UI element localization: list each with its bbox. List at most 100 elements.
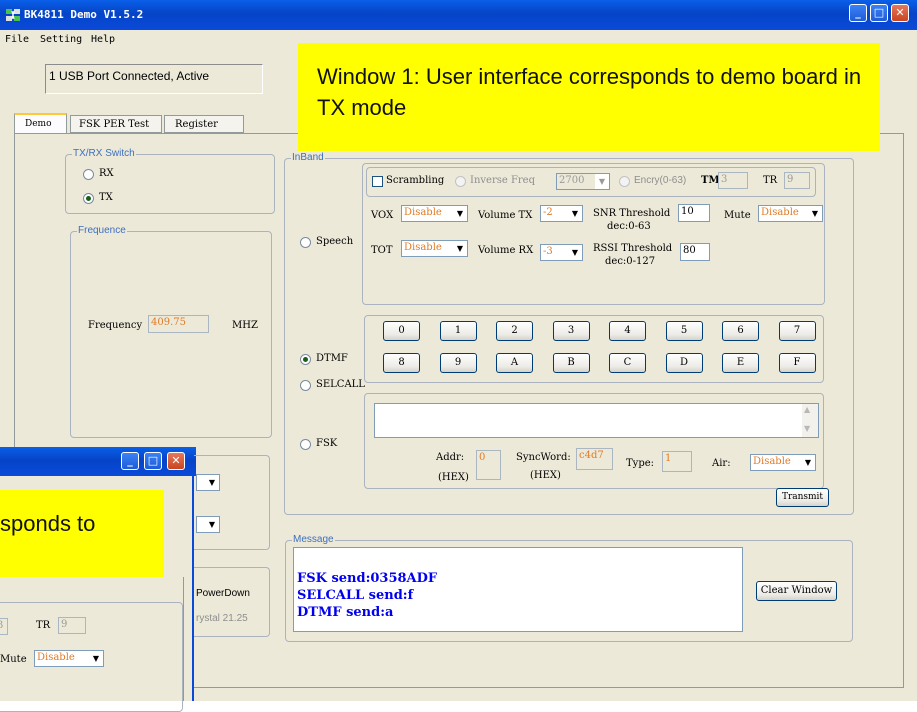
dtmf-key-d[interactable]: D bbox=[665, 353, 703, 373]
left-group-lower bbox=[194, 455, 270, 550]
second-tr-field[interactable]: 9 bbox=[58, 617, 86, 634]
frequence-group: Frequence Frequency 409.75 MHZ bbox=[70, 225, 272, 438]
vox-value: Disable bbox=[404, 207, 442, 218]
tr-label: TR bbox=[763, 175, 778, 186]
air-label: Air: bbox=[712, 458, 731, 469]
left-select-1[interactable]: ▼ bbox=[196, 474, 220, 491]
dtmf-key-c[interactable]: C bbox=[609, 353, 646, 373]
close-button-2[interactable]: ✕ bbox=[167, 452, 185, 470]
vox-select[interactable]: Disable ▼ bbox=[401, 205, 468, 222]
dtmf-key-7[interactable]: 7 bbox=[778, 321, 816, 341]
menu-file[interactable]: File bbox=[5, 34, 29, 45]
second-window-title-bar[interactable]: _ □ ✕ bbox=[0, 447, 196, 476]
chevron-down-icon: ▼ bbox=[568, 206, 582, 221]
snr-field[interactable]: 10 bbox=[678, 204, 710, 222]
message-log[interactable]: FSK send:0358ADF SELCALL send:f DTMF sen… bbox=[293, 547, 743, 632]
clear-window-button[interactable]: Clear Window bbox=[756, 581, 837, 601]
chevron-down-icon: ▼ bbox=[808, 206, 822, 221]
scroll-down-icon[interactable]: ▼ bbox=[804, 424, 810, 433]
tr-field[interactable]: 9 bbox=[784, 172, 810, 189]
second-mute-select[interactable]: Disable ▼ bbox=[34, 650, 104, 667]
second-tm-field[interactable]: 3 bbox=[0, 618, 8, 635]
inverse-freq-label: Inverse Freq bbox=[470, 175, 536, 186]
tot-value: Disable bbox=[404, 242, 442, 253]
selcall-radio[interactable] bbox=[300, 380, 311, 391]
tab-register[interactable]: Register bbox=[164, 115, 244, 133]
tab-demo-label: Demo bbox=[25, 119, 52, 129]
tx-radio[interactable] bbox=[83, 193, 94, 204]
snr-range: dec:0-63 bbox=[607, 221, 651, 232]
scrambling-checkbox[interactable] bbox=[372, 176, 383, 187]
message-line: DTMF send:a bbox=[297, 605, 394, 620]
chevron-down-icon: ▼ bbox=[89, 651, 103, 666]
tab-fsk-per-test[interactable]: FSK PER Test bbox=[70, 115, 162, 133]
volume-tx-value: -2 bbox=[543, 207, 553, 218]
chevron-down-icon: ▼ bbox=[205, 475, 219, 490]
rssi-label: RSSI Threshold bbox=[593, 243, 673, 254]
air-select[interactable]: Disable ▼ bbox=[750, 454, 816, 471]
txrx-group-title: TX/RX Switch bbox=[72, 148, 136, 159]
dtmf-key-8[interactable]: 8 bbox=[383, 353, 420, 373]
inverse-freq-select[interactable]: 2700 ▼ bbox=[556, 173, 610, 190]
maximize-button[interactable]: □ bbox=[870, 4, 888, 22]
left-select-2[interactable]: ▼ bbox=[196, 516, 220, 533]
dtmf-key-0[interactable]: 0 bbox=[383, 321, 420, 341]
rx-radio[interactable] bbox=[83, 169, 94, 180]
fsk-scrollbar[interactable]: ▲ ▼ bbox=[802, 404, 818, 437]
fsk-data-textarea[interactable] bbox=[374, 403, 819, 438]
menu-setting[interactable]: Setting bbox=[40, 34, 82, 45]
tot-label: TOT bbox=[371, 245, 393, 256]
tot-select[interactable]: Disable ▼ bbox=[401, 240, 468, 257]
frequency-field[interactable]: 409.75 bbox=[148, 315, 209, 333]
second-mute-value: Disable bbox=[37, 652, 75, 663]
close-button[interactable]: ✕ bbox=[891, 4, 909, 22]
rssi-range: dec:0-127 bbox=[605, 256, 656, 267]
volume-rx-value: -3 bbox=[543, 246, 553, 257]
addr-field[interactable]: 0 bbox=[476, 450, 501, 480]
dtmf-label: DTMF bbox=[316, 353, 348, 364]
dtmf-key-4[interactable]: 4 bbox=[609, 321, 646, 341]
dtmf-key-e[interactable]: E bbox=[722, 353, 759, 373]
dtmf-key-b[interactable]: B bbox=[552, 353, 590, 373]
maximize-button-2[interactable]: □ bbox=[144, 452, 162, 470]
dtmf-key-a[interactable]: A bbox=[496, 353, 533, 373]
scroll-up-icon[interactable]: ▲ bbox=[804, 405, 810, 414]
volume-rx-select[interactable]: -3 ▼ bbox=[540, 244, 583, 261]
dtmf-key-f[interactable]: F bbox=[778, 353, 816, 373]
second-annotation-text: sponds to bbox=[0, 511, 96, 536]
inverse-freq-radio[interactable] bbox=[455, 176, 466, 187]
mute-value: Disable bbox=[761, 207, 799, 218]
dtmf-key-1[interactable]: 1 bbox=[439, 321, 477, 341]
tab-demo[interactable]: Demo bbox=[14, 113, 67, 134]
dtmf-key-9[interactable]: 9 bbox=[439, 353, 477, 373]
mute-select[interactable]: Disable ▼ bbox=[758, 205, 823, 222]
dtmf-key-3[interactable]: 3 bbox=[552, 321, 590, 341]
frequency-label: Frequency bbox=[88, 320, 143, 331]
title-bar[interactable]: BK4811 Demo V1.5.2 _ □ ✕ bbox=[0, 0, 917, 30]
dtmf-key-6[interactable]: 6 bbox=[722, 321, 759, 341]
tm-field[interactable]: 3 bbox=[718, 172, 748, 189]
minimize-icon: _ bbox=[855, 6, 861, 19]
dtmf-radio[interactable] bbox=[300, 354, 311, 365]
tm-label: TM bbox=[701, 175, 720, 186]
encry-radio[interactable] bbox=[619, 176, 630, 187]
snr-label: SNR Threshold bbox=[593, 208, 671, 219]
mute-label: Mute bbox=[724, 210, 751, 221]
minimize-button[interactable]: _ bbox=[849, 4, 867, 22]
dtmf-key-5[interactable]: 5 bbox=[665, 321, 703, 341]
minimize-button-2[interactable]: _ bbox=[121, 452, 139, 470]
chevron-down-icon: ▼ bbox=[568, 245, 582, 260]
volume-tx-select[interactable]: -2 ▼ bbox=[540, 205, 583, 222]
volume-rx-label: Volume RX bbox=[478, 245, 534, 256]
transmit-button[interactable]: Transmit bbox=[776, 488, 829, 507]
fsk-radio[interactable] bbox=[300, 439, 311, 450]
addr-label: Addr: bbox=[436, 452, 465, 463]
syncword-field[interactable]: c4d7 bbox=[576, 448, 613, 470]
annotation-callout: Window 1: User interface corresponds to … bbox=[298, 43, 880, 151]
chevron-down-icon: ▼ bbox=[205, 517, 219, 532]
menu-help[interactable]: Help bbox=[91, 34, 115, 45]
dtmf-key-2[interactable]: 2 bbox=[496, 321, 533, 341]
rssi-field[interactable]: 80 bbox=[680, 243, 710, 261]
speech-radio[interactable] bbox=[300, 237, 311, 248]
type-field[interactable]: 1 bbox=[662, 451, 692, 472]
